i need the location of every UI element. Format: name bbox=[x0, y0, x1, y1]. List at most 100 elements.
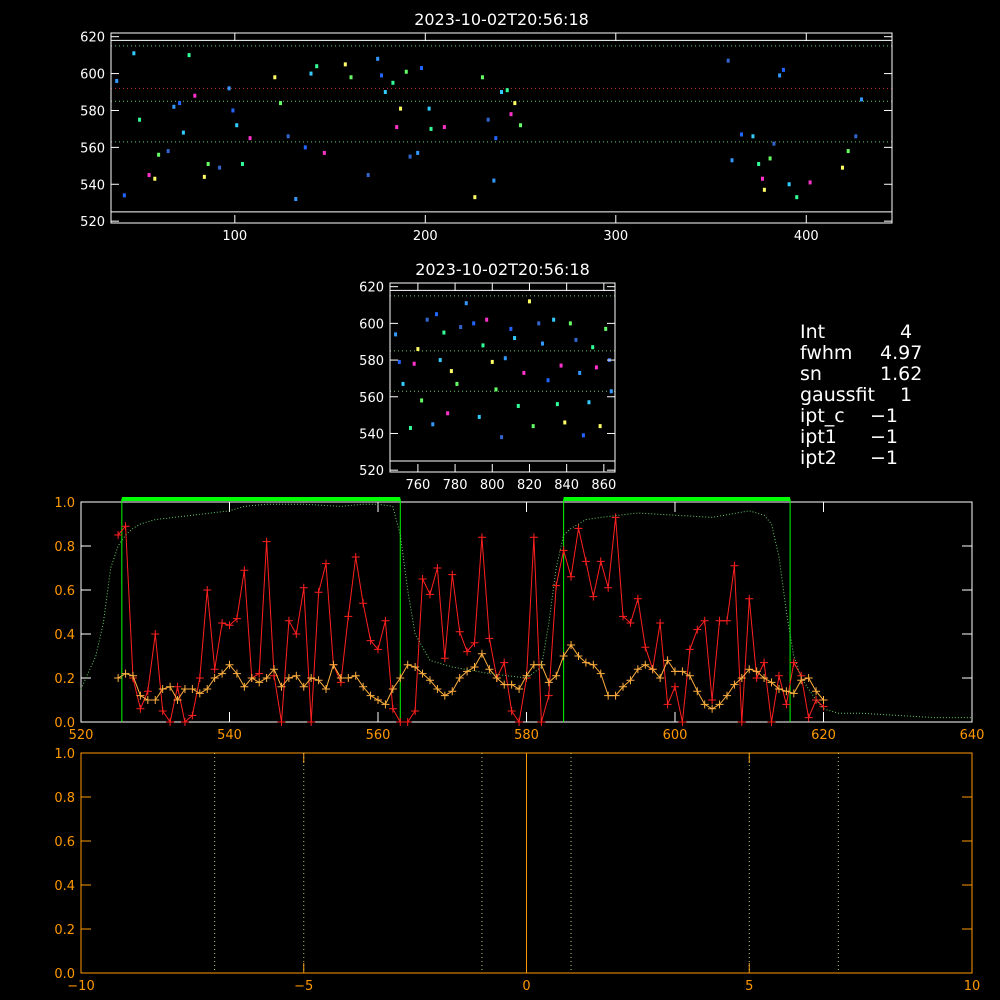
series-point-red-6 bbox=[158, 707, 167, 715]
series-point-orange-49 bbox=[477, 649, 486, 658]
scatter-point-1-3 bbox=[408, 425, 412, 430]
series-point-red-71 bbox=[641, 643, 650, 652]
series-point-red-38 bbox=[396, 718, 405, 726]
series-point-orange-13 bbox=[210, 674, 219, 682]
scatter-point-0-53 bbox=[513, 101, 517, 106]
scatter-point-1-19 bbox=[481, 343, 485, 348]
series-point-orange-78 bbox=[693, 687, 702, 696]
scatter-point-1-38 bbox=[568, 321, 572, 326]
x-tick-label-1-3: 820 bbox=[517, 478, 542, 493]
y-tick-label-0-2: 560 bbox=[80, 141, 105, 156]
x-tick-label-0-0: 100 bbox=[222, 229, 247, 244]
scatter-point-0-4 bbox=[147, 173, 151, 178]
y-tick-label-3-0: 0.0 bbox=[54, 967, 75, 982]
scatter-point-1-0 bbox=[394, 332, 398, 337]
scatter-point-0-27 bbox=[315, 64, 319, 69]
x-tick-label-1-4: 840 bbox=[554, 478, 579, 493]
series-point-red-85 bbox=[745, 594, 754, 603]
x-tick-label-1-5: 860 bbox=[591, 478, 616, 493]
info-row-ipt2: ipt2 −1 bbox=[800, 447, 899, 469]
scatter-point-1-25 bbox=[509, 326, 513, 331]
scatter-point-1-15 bbox=[459, 325, 463, 330]
scatter-point-1-43 bbox=[591, 345, 595, 350]
scatter-point-1-31 bbox=[537, 321, 541, 326]
y-tick-label-0-1: 540 bbox=[80, 178, 105, 193]
scatter-point-1-35 bbox=[555, 402, 559, 407]
series-point-red-27 bbox=[314, 588, 323, 597]
y-tick-label-1-5: 620 bbox=[359, 281, 384, 296]
series-point-red-31 bbox=[344, 612, 353, 621]
series-point-red-7 bbox=[166, 718, 175, 726]
y-tick-label-3-5: 1.0 bbox=[54, 747, 75, 762]
series-point-red-54 bbox=[515, 718, 524, 726]
x-tick-label-3-3: 5 bbox=[745, 979, 753, 994]
scatter-point-0-72 bbox=[860, 97, 864, 102]
series-point-orange-54 bbox=[515, 685, 524, 693]
scatter-point-1-17 bbox=[472, 321, 476, 326]
series-point-orange-29 bbox=[329, 660, 338, 669]
scatter-point-1-12 bbox=[446, 411, 450, 416]
scatter-point-0-22 bbox=[279, 101, 283, 106]
series-point-red-58 bbox=[544, 691, 553, 700]
scatter-point-0-63 bbox=[772, 141, 776, 146]
scatter-point-0-57 bbox=[740, 132, 744, 137]
info-row-int: Int 4 bbox=[800, 321, 913, 343]
scatter-point-0-0 bbox=[115, 78, 119, 83]
info-row-sn: sn 1.62 bbox=[800, 363, 923, 385]
series-point-red-13 bbox=[210, 665, 219, 674]
series-point-red-28 bbox=[322, 559, 331, 568]
series-point-red-83 bbox=[730, 561, 739, 570]
scatter-point-0-60 bbox=[760, 176, 764, 181]
series-point-red-64 bbox=[589, 592, 598, 601]
series-point-red-44 bbox=[440, 654, 449, 663]
scatter-point-0-61 bbox=[762, 187, 766, 192]
series-point-red-65 bbox=[596, 557, 605, 566]
scatter-point-0-66 bbox=[787, 182, 791, 187]
scatter-point-0-16 bbox=[227, 86, 231, 91]
scatter-point-1-32 bbox=[540, 341, 544, 346]
scatter-point-0-62 bbox=[768, 156, 772, 161]
series-point-red-25 bbox=[299, 583, 308, 592]
scatter-point-0-25 bbox=[303, 145, 307, 150]
series-point-red-20 bbox=[262, 537, 271, 546]
scatter-point-0-21 bbox=[273, 75, 277, 80]
scatter-point-1-6 bbox=[420, 398, 424, 403]
series-point-orange-48 bbox=[470, 663, 479, 671]
series-point-red-42 bbox=[425, 590, 434, 599]
scatter-point-0-36 bbox=[395, 125, 399, 130]
scatter-point-0-48 bbox=[492, 178, 496, 183]
x-tick-label-3-2: 0 bbox=[522, 979, 530, 994]
series-point-orange-75 bbox=[671, 667, 679, 676]
scatter-point-0-44 bbox=[442, 125, 446, 130]
plot-title-0: 2023-10-02T20:56:18 bbox=[414, 10, 589, 29]
scatter-point-1-46 bbox=[604, 326, 608, 331]
series-point-orange-93 bbox=[804, 674, 813, 682]
y-tick-label-1-3: 580 bbox=[359, 354, 384, 369]
scatter-point-0-32 bbox=[376, 56, 380, 61]
scatter-point-1-9 bbox=[434, 312, 438, 317]
scatter-point-0-45 bbox=[473, 195, 477, 200]
x-tick-label-0-3: 400 bbox=[794, 229, 819, 244]
series-point-orange-9 bbox=[180, 685, 189, 693]
x-tick-label-3-4: 10 bbox=[964, 979, 981, 994]
plot-title-1: 2023-10-02T20:56:18 bbox=[415, 260, 590, 279]
figure-svg: 2023-10-02T20:56:18100 200 300 400520540560… bbox=[54, 10, 984, 994]
scatter-point-1-23 bbox=[500, 435, 504, 440]
scatter-point-0-8 bbox=[172, 104, 176, 109]
series-point-red-26 bbox=[307, 718, 316, 726]
series-point-red-63 bbox=[581, 557, 590, 566]
plot-frame-2 bbox=[80, 501, 973, 723]
series-point-orange-7 bbox=[166, 682, 175, 691]
series-point-red-23 bbox=[284, 616, 293, 625]
scatter-point-0-10 bbox=[181, 130, 185, 135]
series-point-red-93 bbox=[804, 713, 813, 722]
scatter-point-0-38 bbox=[404, 69, 408, 74]
series-point-red-87 bbox=[760, 658, 769, 667]
series-point-orange-1 bbox=[121, 669, 130, 678]
series-point-orange-5 bbox=[151, 696, 160, 704]
scatter-point-0-11 bbox=[187, 53, 191, 58]
series-point-orange-0 bbox=[114, 674, 123, 682]
scatter-point-0-23 bbox=[286, 134, 290, 139]
series-point-red-80 bbox=[708, 696, 717, 704]
scatter-point-0-56 bbox=[730, 158, 734, 163]
